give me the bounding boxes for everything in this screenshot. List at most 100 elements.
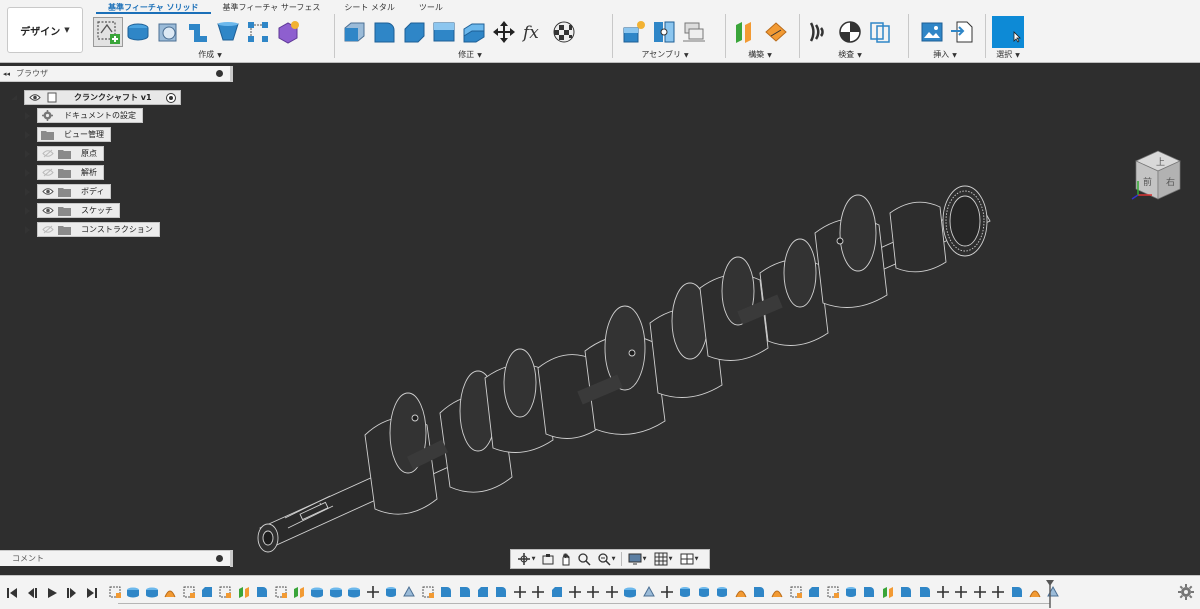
3d-viewport[interactable]: 上 前 右 (0, 63, 1200, 573)
timeline-sketch-feature-icon[interactable] (826, 584, 840, 600)
timeline-extrude-feature-icon[interactable] (347, 584, 361, 600)
browser-root-node[interactable]: クランクシャフト v1 (24, 90, 181, 105)
chamfer-icon[interactable] (400, 18, 428, 46)
timeline-sketch-feature-icon[interactable] (274, 584, 288, 600)
panel-pin-icon[interactable] (216, 70, 223, 77)
tab-tools[interactable]: ツール (407, 0, 455, 14)
offset-plane-icon[interactable] (732, 18, 760, 46)
eye-hidden-icon[interactable] (41, 148, 54, 159)
activate-radio-icon[interactable] (165, 92, 176, 103)
timeline-fillet-feature-icon[interactable] (899, 584, 913, 600)
timeline-move-feature-icon[interactable] (936, 584, 950, 600)
expand-triangle-icon[interactable] (23, 225, 31, 234)
timeline-plane-feature-icon[interactable] (881, 584, 895, 600)
timeline-sketch-feature-icon[interactable] (182, 584, 196, 600)
timeline-fillet-feature-icon[interactable] (458, 584, 472, 600)
browser-item-bodies[interactable]: ボディ (23, 184, 112, 199)
play-icon[interactable] (42, 585, 62, 601)
timeline-fillet-feature-icon[interactable] (494, 584, 508, 600)
new-component-icon[interactable] (620, 18, 648, 46)
collapse-panel-icon[interactable]: ◂◂ (3, 70, 10, 78)
timeline-sketch-feature-icon[interactable] (108, 584, 122, 600)
browser-node[interactable]: 解析 (37, 165, 104, 180)
tab-sheet-metal[interactable]: シート メタル (332, 0, 407, 14)
timeline-fillet-feature-icon[interactable] (918, 584, 932, 600)
timeline-move-feature-icon[interactable] (605, 584, 619, 600)
assemble-group-label[interactable]: アセンブリ ▼ (641, 49, 688, 60)
browser-item-construction[interactable]: コンストラクション (23, 222, 160, 237)
viewcube[interactable]: 上 前 右 (1128, 147, 1188, 203)
timeline-extrude-feature-icon[interactable] (310, 584, 324, 600)
comments-panel[interactable]: コメント (0, 550, 233, 567)
timeline-sketch-feature-icon[interactable] (421, 584, 435, 600)
timeline-cylinder-feature-icon[interactable] (678, 584, 692, 600)
timeline-mirror-feature-icon[interactable] (402, 584, 416, 600)
eye-icon[interactable] (41, 186, 54, 197)
combine-icon[interactable] (460, 18, 488, 46)
timeline-move-feature-icon[interactable] (954, 584, 968, 600)
timeline-move-feature-icon[interactable] (531, 584, 545, 600)
browser-item-named-views[interactable]: ビュー管理 (23, 127, 111, 142)
timeline-fillet-feature-icon[interactable] (1010, 584, 1024, 600)
revolve-icon[interactable] (154, 18, 182, 46)
zoom-icon[interactable] (575, 551, 593, 567)
timeline-chamfer-feature-icon[interactable] (550, 584, 564, 600)
insert-mesh-icon[interactable] (948, 18, 976, 46)
expand-triangle-icon[interactable] (23, 111, 31, 120)
timeline-fillet-feature-icon[interactable] (439, 584, 453, 600)
expand-triangle-icon[interactable] (23, 206, 31, 215)
browser-item-document-settings[interactable]: ドキュメントの設定 (23, 108, 143, 123)
create-form-icon[interactable] (274, 18, 302, 46)
step-back-icon[interactable] (22, 585, 42, 601)
timeline-move-feature-icon[interactable] (366, 584, 380, 600)
timeline-fillet-feature-icon[interactable] (255, 584, 269, 600)
timeline-extrude-feature-icon[interactable] (623, 584, 637, 600)
look-at-icon[interactable] (539, 551, 557, 567)
timeline-move-feature-icon[interactable] (991, 584, 1005, 600)
timeline-move-feature-icon[interactable] (568, 584, 582, 600)
timeline-move-feature-icon[interactable] (660, 584, 674, 600)
insert-group-label[interactable]: 挿入 ▼ (933, 49, 957, 60)
construct-group-label[interactable]: 構築 ▼ (748, 49, 772, 60)
fillet-icon[interactable] (370, 18, 398, 46)
expand-triangle-icon[interactable] (23, 130, 31, 139)
timeline-move-feature-icon[interactable] (586, 584, 600, 600)
timeline-move-feature-icon[interactable] (973, 584, 987, 600)
timeline-plane-feature-icon[interactable] (292, 584, 306, 600)
viewports-icon[interactable]: ▼ (676, 551, 702, 567)
expand-triangle-icon[interactable] (23, 187, 31, 196)
modify-group-label[interactable]: 修正 ▼ (458, 49, 482, 60)
collapse-triangle-icon[interactable] (10, 94, 18, 102)
browser-node[interactable]: ドキュメントの設定 (37, 108, 143, 123)
browser-node[interactable]: 原点 (37, 146, 104, 161)
timeline-chamfer-feature-icon[interactable] (200, 584, 214, 600)
timeline-fillet-feature-icon[interactable] (862, 584, 876, 600)
press-pull-icon[interactable] (340, 18, 368, 46)
browser-item-sketches[interactable]: スケッチ (23, 203, 120, 218)
timeline-revolve-feature-icon[interactable] (734, 584, 748, 600)
timeline-chamfer-feature-icon[interactable] (476, 584, 490, 600)
go-to-start-icon[interactable] (2, 585, 22, 601)
timeline-mirror-feature-icon[interactable] (642, 584, 656, 600)
timeline-move-feature-icon[interactable] (513, 584, 527, 600)
step-forward-icon[interactable] (62, 585, 82, 601)
timeline-revolve-feature-icon[interactable] (770, 584, 784, 600)
timeline-fillet-feature-icon[interactable] (752, 584, 766, 600)
browser-node[interactable]: コンストラクション (37, 222, 160, 237)
move-icon[interactable] (490, 18, 518, 46)
eye-icon[interactable] (41, 205, 54, 216)
joint-icon[interactable] (650, 18, 678, 46)
browser-item-origin[interactable]: 原点 (23, 146, 104, 161)
appearance-icon[interactable] (550, 18, 578, 46)
panel-resize-handle[interactable] (230, 66, 233, 82)
timeline-cylinder-feature-icon[interactable] (715, 584, 729, 600)
timeline-revolve-feature-icon[interactable] (1028, 584, 1042, 600)
panel-resize-handle[interactable] (230, 551, 233, 567)
gear-icon[interactable] (1178, 584, 1194, 600)
grid-settings-icon[interactable]: ▼ (650, 551, 676, 567)
expand-triangle-icon[interactable] (23, 149, 31, 158)
plane-at-angle-icon[interactable] (762, 18, 790, 46)
section-analysis-icon[interactable] (836, 18, 864, 46)
timeline-extrude-feature-icon[interactable] (329, 584, 343, 600)
eye-hidden-icon[interactable] (41, 224, 54, 235)
